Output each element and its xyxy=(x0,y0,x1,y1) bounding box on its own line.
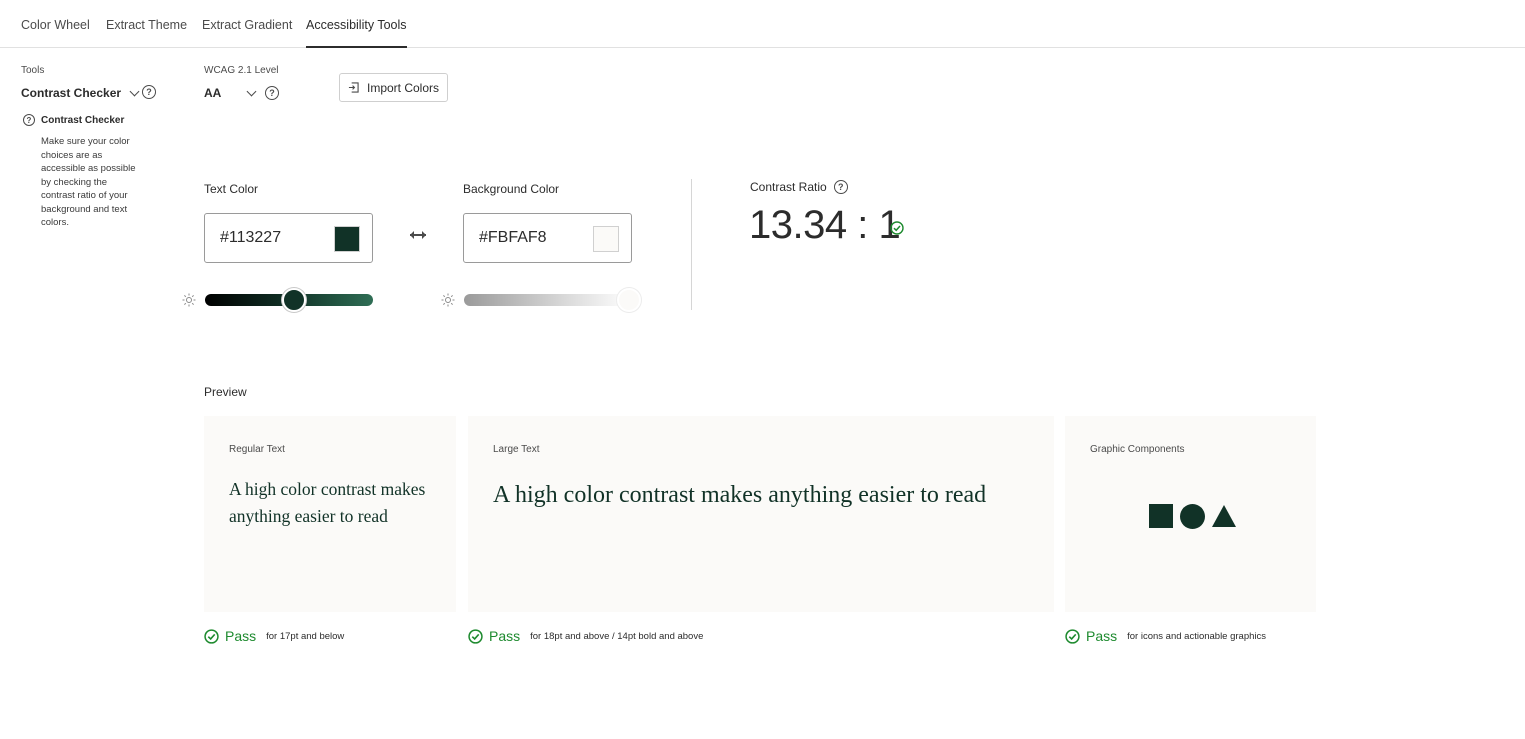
background-brightness-thumb[interactable] xyxy=(616,288,641,312)
contrast-ratio-heading: Contrast Ratio ? xyxy=(750,180,848,194)
tool-dropdown-value: Contrast Checker xyxy=(21,86,122,100)
check-circle-icon xyxy=(468,628,483,644)
contrast-ratio-label: Contrast Ratio xyxy=(750,180,827,194)
import-icon xyxy=(348,82,359,93)
help-icon[interactable]: ? xyxy=(265,86,279,100)
chevron-down-icon xyxy=(129,86,140,96)
tab-extract-gradient[interactable]: Extract Gradient xyxy=(202,18,292,48)
pass-status: Pass xyxy=(489,628,521,644)
preview-label: Preview xyxy=(204,385,247,399)
help-icon[interactable]: ? xyxy=(142,85,156,99)
card-title: Graphic Components xyxy=(1090,444,1185,455)
wcag-level-dropdown[interactable]: AA xyxy=(204,86,257,100)
contrast-ratio-value: 13.34 : 1 xyxy=(749,203,901,247)
background-brightness-slider[interactable] xyxy=(464,288,641,312)
square-shape xyxy=(1149,504,1173,528)
circle-shape xyxy=(1180,504,1205,529)
large-text-preview-card: Large Text A high color contrast makes a… xyxy=(468,416,1054,612)
graphic-components-preview-card: Graphic Components xyxy=(1065,416,1316,612)
brightness-icon xyxy=(182,293,196,307)
tool-dropdown[interactable]: Contrast Checker xyxy=(21,86,140,100)
card-title: Large Text xyxy=(493,444,540,455)
text-brightness-thumb[interactable] xyxy=(282,288,307,312)
check-circle-icon xyxy=(1065,628,1080,644)
background-color-label: Background Color xyxy=(463,182,560,196)
text-color-value: #113227 xyxy=(220,229,282,246)
divider xyxy=(691,179,692,310)
tab-color-wheel[interactable]: Color Wheel xyxy=(21,18,90,48)
swap-colors-icon[interactable] xyxy=(408,228,428,242)
pass-status: Pass xyxy=(225,628,257,644)
brightness-icon xyxy=(441,293,455,307)
text-color-label: Text Color xyxy=(204,182,259,196)
large-text-result: Pass for 18pt and above / 14pt bold and … xyxy=(468,628,703,644)
chevron-down-icon xyxy=(246,86,257,96)
pass-note: for 18pt and above / 14pt bold and above xyxy=(530,630,704,642)
import-colors-label: Import Colors xyxy=(367,80,440,95)
info-heading: ? Contrast Checker xyxy=(23,114,124,126)
tools-label: Tools xyxy=(21,65,45,76)
pass-note: for 17pt and below xyxy=(266,630,345,642)
pass-status: Pass xyxy=(1086,628,1118,644)
check-circle-icon xyxy=(204,628,219,644)
background-color-swatch[interactable] xyxy=(593,226,619,252)
tab-accessibility-tools[interactable]: Accessibility Tools xyxy=(306,18,407,48)
regular-text-result: Pass for 17pt and below xyxy=(204,628,344,644)
check-circle-icon xyxy=(890,221,904,235)
pass-note: for icons and actionable graphics xyxy=(1127,630,1267,642)
card-title: Regular Text xyxy=(229,444,285,455)
background-color-input[interactable]: #FBFAF8 xyxy=(463,213,632,263)
text-color-input[interactable]: #113227 xyxy=(204,213,373,263)
large-text-sample: A high color contrast makes anything eas… xyxy=(493,482,987,508)
wcag-level-value: AA xyxy=(204,86,222,100)
regular-text-preview-card: Regular Text A high color contrast makes… xyxy=(204,416,456,612)
import-colors-button[interactable]: Import Colors xyxy=(339,73,448,102)
tab-bar: Color Wheel Extract Theme Extract Gradie… xyxy=(0,0,1525,48)
graphic-components-result: Pass for icons and actionable graphics xyxy=(1065,628,1266,644)
help-icon: ? xyxy=(23,114,35,126)
text-brightness-slider[interactable] xyxy=(205,288,373,312)
info-description: Make sure your color choices are as acce… xyxy=(41,136,136,228)
tab-extract-theme[interactable]: Extract Theme xyxy=(106,18,187,48)
info-title: Contrast Checker xyxy=(41,114,125,126)
help-icon[interactable]: ? xyxy=(833,180,848,194)
text-color-swatch[interactable] xyxy=(334,226,360,252)
background-color-value: #FBFAF8 xyxy=(479,229,547,246)
regular-text-sample: A high color contrast makes anything eas… xyxy=(229,479,426,526)
triangle-shape xyxy=(1212,505,1236,527)
wcag-level-label: WCAG 2.1 Level xyxy=(204,65,279,76)
